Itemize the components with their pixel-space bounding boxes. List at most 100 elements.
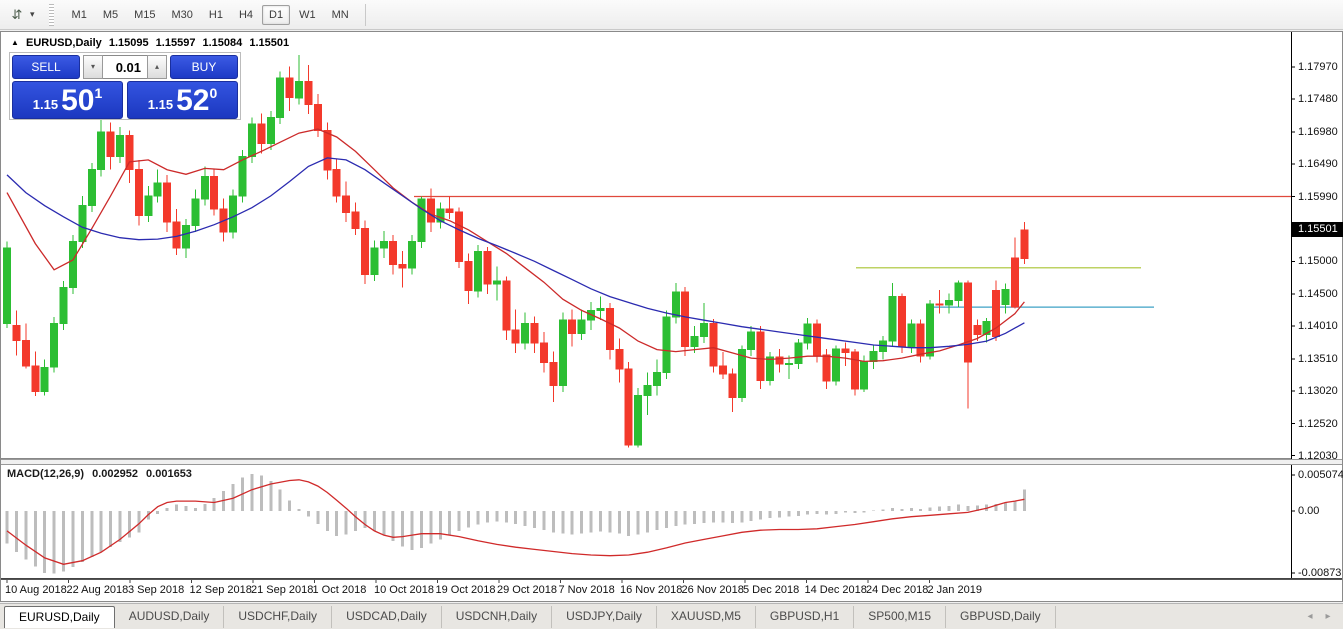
candle — [117, 127, 124, 163]
date-tick-label: 1 Oct 2018 — [313, 584, 367, 596]
candle — [635, 388, 642, 448]
timeframe-button-W1[interactable]: W1 — [292, 5, 323, 25]
chart-tab-USDCNH-Daily[interactable]: USDCNH,Daily — [442, 606, 552, 628]
volume-input[interactable] — [103, 55, 147, 79]
toolbar-grip-handle[interactable] — [49, 4, 54, 26]
candle — [569, 310, 576, 347]
candle — [917, 320, 924, 363]
candle — [22, 323, 29, 368]
candle — [239, 150, 246, 202]
candle — [851, 349, 858, 395]
candle — [164, 175, 171, 232]
timeframe-button-M15[interactable]: M15 — [127, 5, 162, 25]
candle — [286, 66, 293, 111]
candle — [663, 310, 670, 379]
chart-tab-SP500-M15[interactable]: SP500,M15 — [854, 606, 946, 628]
candle — [465, 253, 472, 303]
candle — [606, 303, 613, 359]
date-tick-label: 26 Nov 2018 — [682, 584, 744, 596]
tabs-scroll-left-button[interactable]: ◂ — [1301, 607, 1319, 627]
candle — [795, 339, 802, 369]
chart-tab-USDCAD-Daily[interactable]: USDCAD,Daily — [332, 606, 442, 628]
candle — [201, 166, 208, 205]
candle — [418, 197, 425, 249]
date-tick-label: 14 Dec 2018 — [805, 584, 867, 596]
candle — [955, 280, 962, 307]
candle — [512, 310, 519, 353]
buy-price-button[interactable]: 1.15 52 0 — [127, 81, 238, 119]
candle — [211, 168, 218, 215]
chart-title: ▲ EURUSD,Daily 1.15095 1.15597 1.15084 1… — [11, 37, 293, 49]
candle — [484, 247, 491, 294]
timeframe-button-D1[interactable]: D1 — [262, 5, 290, 25]
candle — [13, 310, 20, 355]
sell-price-prefix: 1.15 — [33, 97, 58, 112]
price-tick-label: 1.17480 — [1298, 93, 1338, 105]
chart-tab-GBPUSD-Daily[interactable]: GBPUSD,Daily — [946, 606, 1056, 628]
candle — [437, 202, 444, 228]
candle — [654, 359, 661, 395]
candle — [352, 202, 359, 235]
chart-tab-USDJPY-Daily[interactable]: USDJPY,Daily — [552, 606, 657, 628]
candle — [719, 352, 726, 379]
date-tick-label: 5 Dec 2018 — [743, 584, 799, 596]
candle — [107, 123, 114, 170]
panel-splitter[interactable] — [1, 459, 1342, 465]
candle — [823, 349, 830, 389]
candle — [597, 297, 604, 321]
toolbar-dropdown-button[interactable]: ⇵ ▾ — [8, 7, 35, 23]
candle — [267, 111, 274, 150]
date-tick-label: 7 Nov 2018 — [559, 584, 615, 596]
date-axis-border — [1, 579, 1342, 580]
timeframe-button-M30[interactable]: M30 — [165, 5, 200, 25]
candle — [983, 318, 990, 342]
timeframe-button-M5[interactable]: M5 — [96, 5, 125, 25]
candle — [701, 303, 708, 343]
candle — [305, 65, 312, 114]
candle — [380, 231, 387, 258]
candle — [993, 280, 1000, 341]
candle — [710, 319, 717, 373]
ohlc-high-value: 1.15597 — [156, 37, 196, 49]
candle — [682, 287, 689, 356]
price-tick-label: 1.13510 — [1298, 353, 1338, 365]
tabs-scroll-right-button[interactable]: ▸ — [1319, 607, 1337, 627]
date-tick-label: 10 Oct 2018 — [374, 584, 434, 596]
candle — [550, 352, 557, 402]
timeframe-button-H4[interactable]: H4 — [232, 5, 260, 25]
current-price-tag: 1.15501 — [1292, 222, 1343, 237]
price-tick-label: 1.14010 — [1298, 320, 1338, 332]
macd-label: MACD(12,26,9) — [7, 468, 84, 480]
buy-button[interactable]: BUY — [170, 55, 238, 79]
sell-price-button[interactable]: 1.15 50 1 — [12, 81, 123, 119]
candle — [880, 336, 887, 360]
volume-decrease-button[interactable]: ▾ — [83, 55, 103, 79]
chart-tab-GBPUSD-H1[interactable]: GBPUSD,H1 — [756, 606, 854, 628]
candle — [475, 245, 482, 297]
sell-button[interactable]: SELL — [12, 55, 80, 79]
candle — [531, 316, 538, 353]
chart-tab-USDCHF-Daily[interactable]: USDCHF,Daily — [224, 606, 332, 628]
timeframe-button-MN[interactable]: MN — [325, 5, 356, 25]
candle — [540, 332, 547, 373]
ohlc-low-value: 1.15084 — [203, 37, 243, 49]
timeframe-button-H1[interactable]: H1 — [202, 5, 230, 25]
candle — [616, 339, 623, 383]
collapse-triangle-icon[interactable]: ▲ — [11, 38, 19, 47]
trading-platform-window: ⇵ ▾ M1M5M15M30H1H4D1W1MN ▲ EURUSD,Daily … — [0, 0, 1343, 629]
price-tick-label: 1.13020 — [1298, 385, 1338, 397]
candle — [898, 293, 905, 353]
candle — [1002, 284, 1009, 314]
chart-tab-EURUSD-Daily[interactable]: EURUSD,Daily — [4, 606, 115, 628]
price-tick-label: 1.16490 — [1298, 158, 1338, 170]
candle — [503, 276, 510, 340]
timeframe-button-M1[interactable]: M1 — [65, 5, 94, 25]
price-tick-label: 1.14500 — [1298, 288, 1338, 300]
chart-tab-AUDUSD-Daily[interactable]: AUDUSD,Daily — [115, 606, 225, 628]
buy-price-pipette: 0 — [209, 85, 217, 101]
price-tick-label: 1.12520 — [1298, 418, 1338, 430]
candle — [946, 293, 953, 313]
volume-increase-button[interactable]: ▴ — [147, 55, 167, 79]
right-arrow-icon: ▸ — [1325, 611, 1330, 622]
chart-tab-XAUUSD-M5[interactable]: XAUUSD,M5 — [657, 606, 756, 628]
